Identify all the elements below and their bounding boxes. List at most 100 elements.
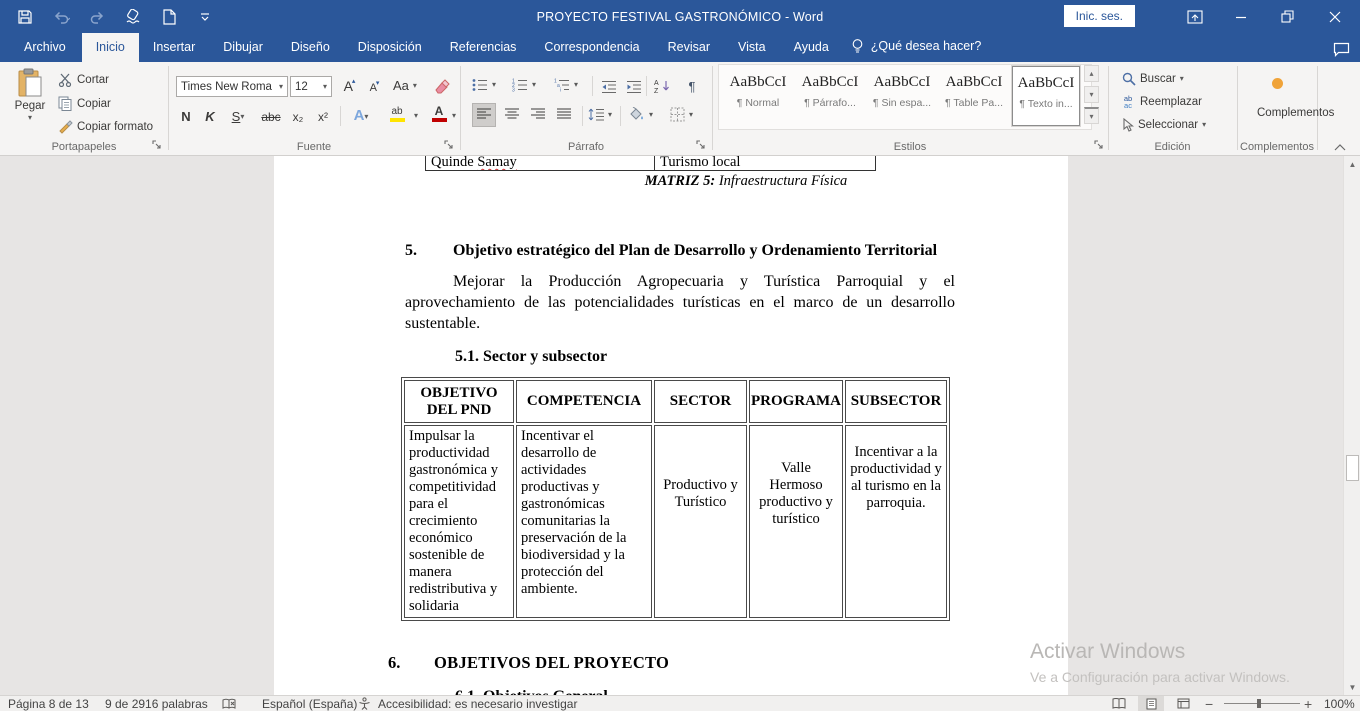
mini-table[interactable]: Quinde Samay Turismo local — [425, 156, 876, 171]
cut-button[interactable]: Cortar — [58, 73, 109, 87]
bold-button[interactable]: N — [176, 104, 196, 126]
paragraph-dialog-launcher-icon[interactable] — [696, 140, 708, 152]
scrollbar-thumb[interactable] — [1346, 455, 1359, 481]
shrink-font-button[interactable]: A▾ — [363, 74, 386, 96]
align-center-button[interactable] — [500, 103, 524, 127]
sector-table[interactable]: OBJETIVO DEL PND COMPETENCIA SECTOR PROG… — [401, 377, 950, 621]
accessibility-icon[interactable] — [358, 696, 371, 711]
line-spacing-button[interactable]: ▾ — [588, 107, 612, 122]
body-cell[interactable]: Incentivar el desarrollo de actividades … — [516, 425, 652, 618]
tab-revisar[interactable]: Revisar — [654, 33, 724, 62]
style-table-paragraph[interactable]: AaBbCcI ¶ Table Pa... — [940, 66, 1008, 126]
heading-5-1[interactable]: 5.1. Sector y subsector — [455, 348, 607, 366]
zoom-in-button[interactable]: + — [1304, 696, 1312, 711]
addins-button[interactable]: Complementos — [1257, 70, 1297, 121]
tab-disposicion[interactable]: Disposición — [344, 33, 436, 62]
clear-formatting-button[interactable] — [430, 74, 453, 96]
replace-button[interactable]: abac Reemplazar — [1120, 95, 1202, 109]
vertical-scrollbar[interactable]: ▲ ▼ — [1343, 156, 1360, 695]
text-effects-button[interactable]: A▾ — [346, 104, 376, 126]
document-page[interactable]: Quinde Samay Turismo local MATRIZ 5: Inf… — [274, 156, 1068, 695]
tab-ayuda[interactable]: Ayuda — [780, 33, 843, 62]
header-cell[interactable]: SUBSECTOR — [845, 380, 947, 423]
body-cell[interactable]: Valle Hermoso productivo y turístico — [749, 425, 843, 618]
decrease-indent-button[interactable] — [597, 74, 620, 96]
minimize-icon[interactable] — [1224, 0, 1258, 33]
collapse-ribbon-icon[interactable] — [1334, 144, 1346, 151]
style-parrafo[interactable]: AaBbCcI ¶ Párrafo... — [796, 66, 864, 126]
mini-table-cell[interactable]: Quinde Samay — [425, 156, 655, 171]
style-normal[interactable]: AaBbCcI ¶ Normal — [724, 66, 792, 126]
proofing-errors-icon[interactable] — [222, 696, 236, 711]
header-cell[interactable]: COMPETENCIA — [516, 380, 652, 423]
styles-dialog-launcher-icon[interactable] — [1094, 140, 1106, 152]
font-size-combo[interactable]: 12▾ — [290, 76, 332, 97]
style-texto-independiente[interactable]: AaBbCcI ¶ Texto in... — [1012, 66, 1080, 126]
grow-font-button[interactable]: A▴ — [338, 74, 361, 96]
heading-6-1[interactable]: 6.1. Objetivos General — [455, 688, 608, 695]
body-cell[interactable]: Impulsar la productividad gastronómica y… — [404, 425, 514, 618]
zoom-percentage[interactable]: 100% — [1324, 696, 1355, 711]
format-painter-button[interactable]: Copiar formato — [58, 119, 153, 134]
numbering-button[interactable]: 123 ▾ — [512, 78, 536, 92]
borders-button[interactable]: ▾ — [670, 107, 693, 122]
select-button[interactable]: Seleccionar ▾ — [1122, 118, 1206, 132]
header-cell[interactable]: SECTOR — [654, 380, 747, 423]
language-indicator[interactable]: Español (España) — [262, 696, 357, 711]
strikethrough-button[interactable]: abc — [258, 104, 284, 126]
increase-indent-button[interactable] — [622, 74, 645, 96]
body-paragraph[interactable]: Mejorar la Producción Agropecuaria y Tur… — [405, 271, 955, 334]
scroll-up-icon[interactable]: ▲ — [1345, 156, 1360, 172]
italic-button[interactable]: K — [200, 104, 220, 126]
body-cell[interactable]: Incentivar a la productividad y al turis… — [845, 425, 947, 618]
superscript-button[interactable]: x² — [312, 104, 334, 126]
styles-more-icon[interactable]: ▾ — [1084, 107, 1099, 124]
ribbon-display-options-icon[interactable] — [1178, 0, 1212, 33]
sign-in-button[interactable]: Inic. ses. — [1064, 5, 1135, 27]
zoom-out-button[interactable]: − — [1205, 696, 1213, 711]
zoom-slider-thumb[interactable] — [1257, 699, 1261, 708]
restore-icon[interactable] — [1270, 0, 1304, 33]
align-right-button[interactable] — [526, 103, 550, 127]
chevron-down-icon[interactable]: ▾ — [414, 112, 418, 120]
scroll-down-icon[interactable]: ▼ — [1345, 679, 1360, 695]
copy-button[interactable]: Copiar — [58, 96, 111, 111]
styles-scroll-down-icon[interactable]: ▾ — [1084, 86, 1099, 103]
paste-button[interactable]: Pegar ▾ — [10, 68, 50, 122]
font-dialog-launcher-icon[interactable] — [444, 140, 456, 152]
table-caption[interactable]: MATRIZ 5: Infraestructura Física — [626, 173, 866, 190]
multilevel-list-button[interactable]: 1ai ▾ — [554, 78, 578, 92]
show-marks-button[interactable]: ¶ — [682, 74, 702, 96]
tab-correspondencia[interactable]: Correspondencia — [530, 33, 653, 62]
tab-inicio[interactable]: Inicio — [82, 33, 139, 62]
chevron-down-icon[interactable]: ▾ — [452, 112, 456, 120]
header-cell[interactable]: OBJETIVO DEL PND — [404, 380, 514, 423]
mini-table-cell[interactable]: Turismo local — [655, 156, 876, 171]
print-layout-view-icon[interactable] — [1138, 696, 1164, 711]
clipboard-dialog-launcher-icon[interactable] — [152, 140, 164, 152]
tab-referencias[interactable]: Referencias — [436, 33, 531, 62]
tab-dibujar[interactable]: Dibujar — [209, 33, 277, 62]
zoom-slider[interactable] — [1224, 703, 1300, 704]
shading-button[interactable]: ▾ — [627, 107, 653, 122]
close-icon[interactable] — [1318, 0, 1352, 33]
tell-me-box[interactable]: ¿Qué desea hacer? — [843, 31, 990, 62]
subscript-button[interactable]: x₂ — [287, 104, 309, 126]
underline-button[interactable]: S▾ — [224, 104, 252, 126]
body-cell[interactable]: Productivo y Turístico — [654, 425, 747, 618]
find-button[interactable]: Buscar ▾ — [1122, 72, 1184, 86]
sort-button[interactable]: AZ — [650, 74, 676, 96]
accessibility-status[interactable]: Accesibilidad: es necesario investigar — [378, 696, 577, 711]
tab-diseno[interactable]: Diseño — [277, 33, 344, 62]
justify-button[interactable] — [552, 103, 576, 127]
font-name-combo[interactable]: Times New Roma▾ — [176, 76, 288, 97]
web-layout-view-icon[interactable] — [1170, 696, 1196, 711]
tab-archivo[interactable]: Archivo — [8, 33, 82, 62]
word-count[interactable]: 9 de 2916 palabras — [105, 696, 208, 711]
tab-vista[interactable]: Vista — [724, 33, 780, 62]
style-sin-espaciado[interactable]: AaBbCcI ¶ Sin espa... — [868, 66, 936, 126]
change-case-button[interactable]: Aa▾ — [393, 78, 417, 93]
highlight-color-button[interactable]: ab — [380, 104, 414, 126]
header-cell[interactable]: PROGRAMA — [749, 380, 843, 423]
font-color-button[interactable]: A — [426, 104, 452, 126]
